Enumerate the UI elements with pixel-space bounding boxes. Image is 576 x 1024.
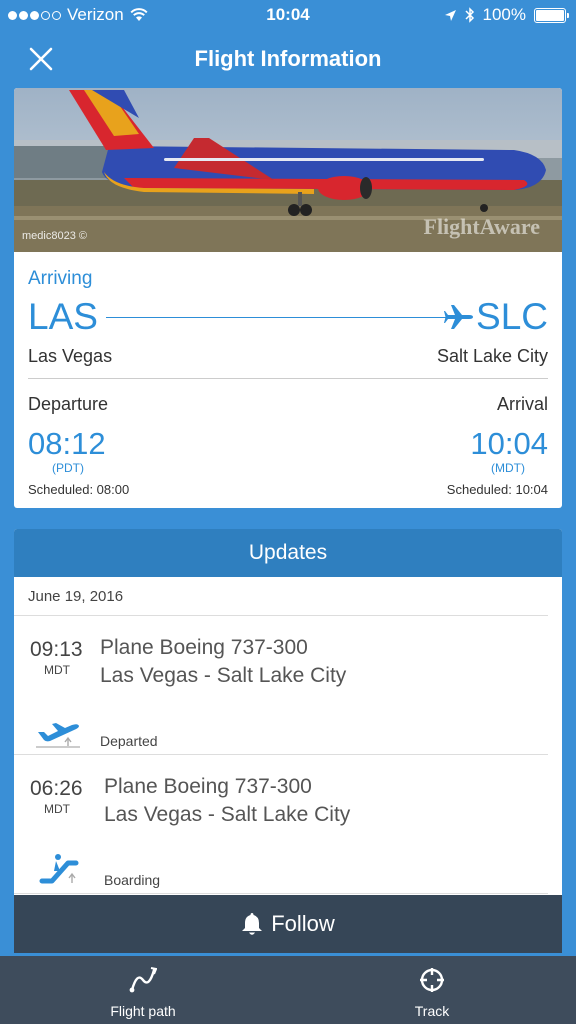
photo-credit: medic8023 © — [22, 230, 87, 242]
airplane-icon — [444, 305, 473, 329]
nav-bar: Flight Information — [0, 30, 576, 88]
destination-code: SLC — [476, 296, 548, 337]
list-item[interactable]: 09:13 MDT Plane Boeing 737-300 Las Vegas… — [14, 616, 548, 755]
updates-panel[interactable]: Updates June 19, 2016 09:13 MDT Plane Bo… — [14, 529, 562, 895]
battery-icon — [534, 7, 569, 23]
update-route: Las Vegas - Salt Lake City — [104, 803, 351, 826]
tab-flight-path[interactable]: Flight path — [43, 956, 243, 1024]
update-timezone: MDT — [44, 663, 70, 677]
arrival-timezone: (MDT) — [491, 461, 525, 475]
bluetooth-icon — [464, 7, 474, 23]
card-divider — [28, 378, 548, 379]
tab-track[interactable]: Track — [332, 956, 532, 1024]
origin-code: LAS — [28, 296, 98, 337]
flight-card: medic8023 © FlightAware Arriving LAS SLC… — [14, 88, 562, 508]
follow-label: Follow — [271, 911, 335, 936]
update-time: 06:26 — [30, 777, 83, 800]
flight-path-icon — [129, 967, 157, 993]
updates-date: June 19, 2016 — [14, 577, 548, 616]
update-route: Las Vegas - Salt Lake City — [100, 664, 347, 687]
route-line — [106, 317, 452, 318]
tab-label: Flight path — [110, 1003, 176, 1019]
arrival-scheduled: Scheduled: 10:04 — [446, 482, 548, 497]
destination-city: Salt Lake City — [436, 346, 548, 366]
list-item[interactable]: 06:26 MDT Plane Boeing 737-300 Las Vegas… — [14, 755, 548, 894]
tab-label: Track — [414, 1003, 450, 1019]
takeoff-icon — [36, 723, 80, 748]
status-right: 100% — [444, 5, 569, 25]
battery-percent: 100% — [482, 5, 526, 24]
update-time: 09:13 — [30, 638, 83, 661]
page-title: Flight Information — [194, 46, 382, 71]
crosshair-icon — [420, 968, 444, 992]
arrival-time: 10:04 — [470, 426, 548, 461]
boarding-icon — [39, 854, 79, 884]
origin-city: Las Vegas — [28, 346, 113, 366]
arrival-label: Arrival — [496, 394, 548, 414]
update-aircraft: Plane Boeing 737-300 — [104, 775, 312, 798]
update-timezone: MDT — [44, 802, 70, 816]
updates-header: Updates — [14, 529, 562, 577]
tab-bar: Flight path Track — [0, 956, 576, 1024]
aircraft-photo: medic8023 © FlightAware — [14, 88, 562, 252]
status-bar: Verizon 10:04 100% — [0, 0, 576, 30]
departure-scheduled: Scheduled: 08:00 — [28, 482, 130, 497]
departure-label: Departure — [28, 394, 109, 414]
photo-watermark: FlightAware — [423, 214, 541, 239]
follow-button[interactable]: Follow — [14, 895, 562, 953]
departure-timezone: (PDT) — [52, 461, 84, 475]
departure-time: 08:12 — [28, 426, 106, 461]
update-status: Boarding — [104, 872, 161, 888]
bell-icon — [242, 913, 263, 935]
location-arrow-icon — [444, 9, 456, 21]
flight-status: Arriving — [28, 268, 93, 289]
update-status: Departed — [100, 733, 158, 749]
update-aircraft: Plane Boeing 737-300 — [100, 636, 308, 659]
